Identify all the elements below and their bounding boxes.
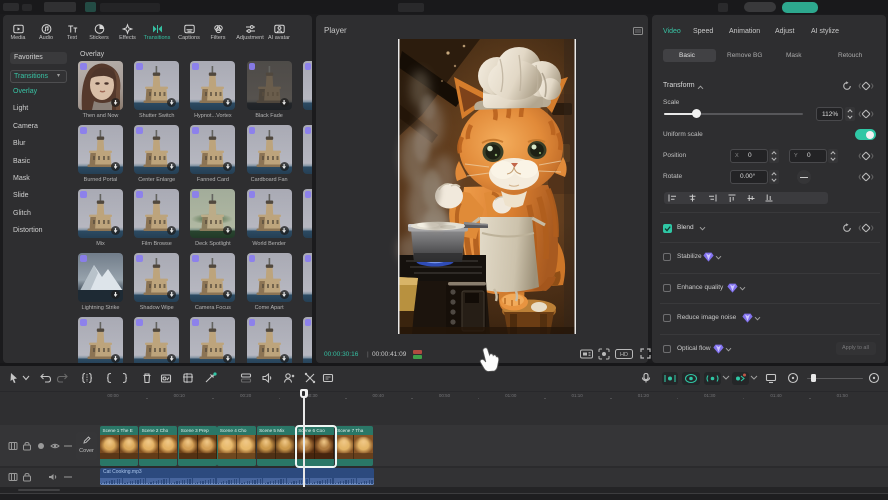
svg-text:HD: HD bbox=[620, 352, 628, 358]
